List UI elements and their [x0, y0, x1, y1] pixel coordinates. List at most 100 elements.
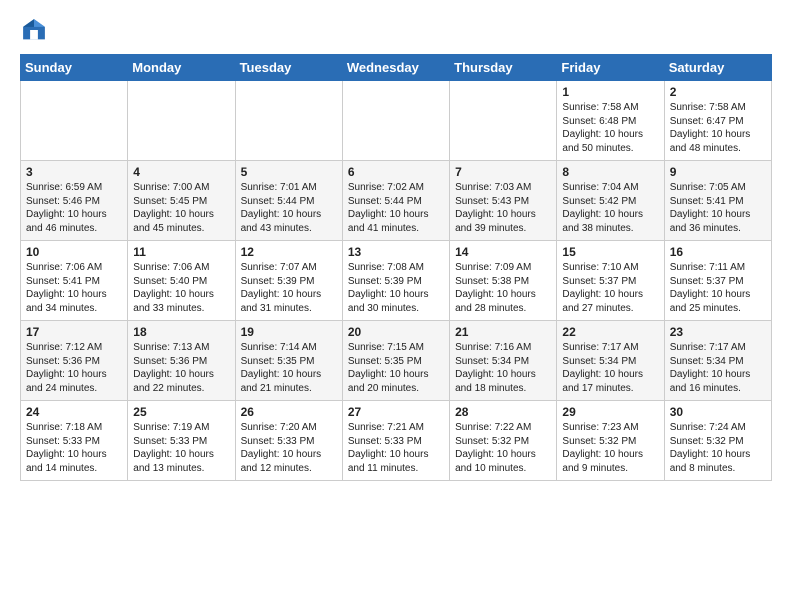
- calendar-week-row: 10 Sunrise: 7:06 AM Sunset: 5:41 PM Dayli…: [21, 241, 772, 321]
- page: SundayMondayTuesdayWednesdayThursdayFrid…: [0, 0, 792, 491]
- calendar-cell: 2Sunrise: 7:58 AM Sunset: 6:47 PM Daylig…: [664, 81, 771, 161]
- day-info: Sunrise: 7:10 AM Sunset: 5:37 PM Dayligh…: [562, 261, 658, 315]
- calendar-cell: 25 Sunrise: 7:19 AM Sunset: 5:33 PM Dayli…: [128, 401, 235, 481]
- weekday-header: Sunday: [21, 55, 128, 81]
- calendar-cell: [128, 81, 235, 161]
- day-number: 3: [26, 165, 122, 179]
- day-info: Sunrise: 7:06 AM Sunset: 5:41 PM Dayligh…: [26, 261, 122, 315]
- weekday-header: Tuesday: [235, 55, 342, 81]
- day-number: 10: [26, 245, 122, 259]
- calendar-cell: [450, 81, 557, 161]
- calendar-cell: 19 Sunrise: 7:14 AM Sunset: 5:35 PM Dayli…: [235, 321, 342, 401]
- day-info: Sunrise: 7:58 AM Sunset: 6:47 PM Dayligh…: [670, 101, 766, 155]
- day-number: 16: [670, 245, 766, 259]
- calendar-cell: [235, 81, 342, 161]
- day-info: Sunrise: 7:04 AM Sunset: 5:42 PM Dayligh…: [562, 181, 658, 235]
- calendar-cell: 29 Sunrise: 7:23 AM Sunset: 5:32 PM Dayli…: [557, 401, 664, 481]
- day-info: Sunrise: 7:17 AM Sunset: 5:34 PM Dayligh…: [562, 341, 658, 395]
- day-info: Sunrise: 7:16 AM Sunset: 5:34 PM Dayligh…: [455, 341, 551, 395]
- calendar-cell: 18 Sunrise: 7:13 AM Sunset: 5:36 PM Dayli…: [128, 321, 235, 401]
- weekday-header: Saturday: [664, 55, 771, 81]
- day-number: 27: [348, 405, 444, 419]
- day-info: Sunrise: 7:24 AM Sunset: 5:32 PM Dayligh…: [670, 421, 766, 475]
- calendar-cell: 11 Sunrise: 7:06 AM Sunset: 5:40 PM Dayli…: [128, 241, 235, 321]
- weekday-header: Friday: [557, 55, 664, 81]
- day-number: 5: [241, 165, 337, 179]
- day-info: Sunrise: 7:23 AM Sunset: 5:32 PM Dayligh…: [562, 421, 658, 475]
- day-number: 24: [26, 405, 122, 419]
- day-number: 20: [348, 325, 444, 339]
- calendar-body: 1Sunrise: 7:58 AM Sunset: 6:48 PM Daylig…: [21, 81, 772, 481]
- day-number: 13: [348, 245, 444, 259]
- day-number: 8: [562, 165, 658, 179]
- calendar-cell: 5 Sunrise: 7:01 AM Sunset: 5:44 PM Daylig…: [235, 161, 342, 241]
- calendar-table: SundayMondayTuesdayWednesdayThursdayFrid…: [20, 54, 772, 481]
- day-number: 15: [562, 245, 658, 259]
- day-number: 26: [241, 405, 337, 419]
- day-info: Sunrise: 7:12 AM Sunset: 5:36 PM Dayligh…: [26, 341, 122, 395]
- weekday-header: Wednesday: [342, 55, 449, 81]
- day-number: 18: [133, 325, 229, 339]
- calendar-cell: 7 Sunrise: 7:03 AM Sunset: 5:43 PM Daylig…: [450, 161, 557, 241]
- calendar-cell: 6 Sunrise: 7:02 AM Sunset: 5:44 PM Daylig…: [342, 161, 449, 241]
- logo: [20, 16, 50, 44]
- calendar-cell: 15 Sunrise: 7:10 AM Sunset: 5:37 PM Dayli…: [557, 241, 664, 321]
- day-number: 30: [670, 405, 766, 419]
- calendar-cell: 28Sunrise: 7:22 AM Sunset: 5:32 PM Dayli…: [450, 401, 557, 481]
- weekday-header: Monday: [128, 55, 235, 81]
- day-number: 25: [133, 405, 229, 419]
- day-number: 4: [133, 165, 229, 179]
- day-info: Sunrise: 7:19 AM Sunset: 5:33 PM Dayligh…: [133, 421, 229, 475]
- day-number: 7: [455, 165, 551, 179]
- day-info: Sunrise: 7:15 AM Sunset: 5:35 PM Dayligh…: [348, 341, 444, 395]
- logo-icon: [20, 16, 48, 44]
- day-info: Sunrise: 7:00 AM Sunset: 5:45 PM Dayligh…: [133, 181, 229, 235]
- calendar-cell: 20 Sunrise: 7:15 AM Sunset: 5:35 PM Dayli…: [342, 321, 449, 401]
- calendar-cell: 26 Sunrise: 7:20 AM Sunset: 5:33 PM Dayli…: [235, 401, 342, 481]
- day-number: 1: [562, 85, 658, 99]
- day-info: Sunrise: 7:13 AM Sunset: 5:36 PM Dayligh…: [133, 341, 229, 395]
- day-number: 28: [455, 405, 551, 419]
- calendar-header: SundayMondayTuesdayWednesdayThursdayFrid…: [21, 55, 772, 81]
- calendar-cell: [342, 81, 449, 161]
- calendar-cell: 30 Sunrise: 7:24 AM Sunset: 5:32 PM Dayli…: [664, 401, 771, 481]
- day-number: 14: [455, 245, 551, 259]
- day-info: Sunrise: 7:14 AM Sunset: 5:35 PM Dayligh…: [241, 341, 337, 395]
- calendar-cell: 13Sunrise: 7:08 AM Sunset: 5:39 PM Dayli…: [342, 241, 449, 321]
- calendar-cell: 1Sunrise: 7:58 AM Sunset: 6:48 PM Daylig…: [557, 81, 664, 161]
- day-info: Sunrise: 7:06 AM Sunset: 5:40 PM Dayligh…: [133, 261, 229, 315]
- calendar-cell: 9Sunrise: 7:05 AM Sunset: 5:41 PM Daylig…: [664, 161, 771, 241]
- day-number: 22: [562, 325, 658, 339]
- calendar-week-row: 1Sunrise: 7:58 AM Sunset: 6:48 PM Daylig…: [21, 81, 772, 161]
- day-info: Sunrise: 7:09 AM Sunset: 5:38 PM Dayligh…: [455, 261, 551, 315]
- day-number: 19: [241, 325, 337, 339]
- calendar-cell: [21, 81, 128, 161]
- calendar-cell: 3 Sunrise: 6:59 AM Sunset: 5:46 PM Daylig…: [21, 161, 128, 241]
- day-info: Sunrise: 7:01 AM Sunset: 5:44 PM Dayligh…: [241, 181, 337, 235]
- day-info: Sunrise: 6:59 AM Sunset: 5:46 PM Dayligh…: [26, 181, 122, 235]
- day-info: Sunrise: 7:02 AM Sunset: 5:44 PM Dayligh…: [348, 181, 444, 235]
- day-info: Sunrise: 7:18 AM Sunset: 5:33 PM Dayligh…: [26, 421, 122, 475]
- day-info: Sunrise: 7:21 AM Sunset: 5:33 PM Dayligh…: [348, 421, 444, 475]
- calendar-week-row: 17Sunrise: 7:12 AM Sunset: 5:36 PM Dayli…: [21, 321, 772, 401]
- calendar-cell: 8 Sunrise: 7:04 AM Sunset: 5:42 PM Daylig…: [557, 161, 664, 241]
- calendar-cell: 23Sunrise: 7:17 AM Sunset: 5:34 PM Dayli…: [664, 321, 771, 401]
- day-number: 11: [133, 245, 229, 259]
- weekday-header: Thursday: [450, 55, 557, 81]
- day-number: 12: [241, 245, 337, 259]
- calendar-cell: 12Sunrise: 7:07 AM Sunset: 5:39 PM Dayli…: [235, 241, 342, 321]
- calendar-cell: 16 Sunrise: 7:11 AM Sunset: 5:37 PM Dayli…: [664, 241, 771, 321]
- day-info: Sunrise: 7:11 AM Sunset: 5:37 PM Dayligh…: [670, 261, 766, 315]
- day-info: Sunrise: 7:17 AM Sunset: 5:34 PM Dayligh…: [670, 341, 766, 395]
- calendar-week-row: 24 Sunrise: 7:18 AM Sunset: 5:33 PM Dayli…: [21, 401, 772, 481]
- calendar-week-row: 3 Sunrise: 6:59 AM Sunset: 5:46 PM Daylig…: [21, 161, 772, 241]
- day-number: 6: [348, 165, 444, 179]
- day-number: 29: [562, 405, 658, 419]
- day-info: Sunrise: 7:20 AM Sunset: 5:33 PM Dayligh…: [241, 421, 337, 475]
- day-info: Sunrise: 7:03 AM Sunset: 5:43 PM Dayligh…: [455, 181, 551, 235]
- day-number: 21: [455, 325, 551, 339]
- calendar-cell: 21 Sunrise: 7:16 AM Sunset: 5:34 PM Dayli…: [450, 321, 557, 401]
- day-info: Sunrise: 7:05 AM Sunset: 5:41 PM Dayligh…: [670, 181, 766, 235]
- calendar-cell: 4 Sunrise: 7:00 AM Sunset: 5:45 PM Daylig…: [128, 161, 235, 241]
- calendar-cell: 17Sunrise: 7:12 AM Sunset: 5:36 PM Dayli…: [21, 321, 128, 401]
